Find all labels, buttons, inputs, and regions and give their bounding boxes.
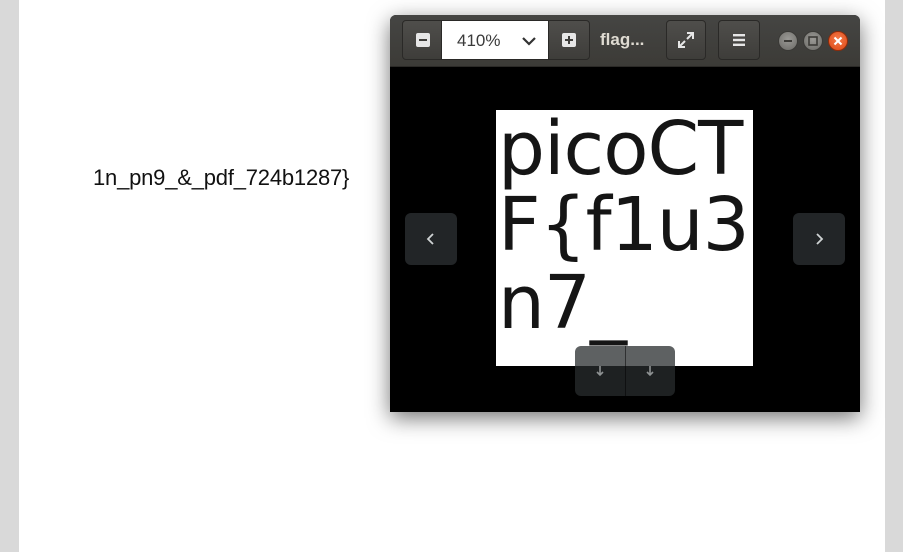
fullscreen-icon: [678, 32, 694, 48]
rotate-right-button[interactable]: [626, 346, 676, 396]
image-canvas[interactable]: picoCT F{f1u3 n7_: [390, 67, 860, 412]
rotate-right-icon: [646, 366, 654, 377]
image-text-line: picoCT: [498, 110, 743, 192]
fullscreen-button[interactable]: [666, 20, 706, 60]
chevron-left-icon: [426, 233, 434, 245]
chevron-right-icon: [816, 233, 824, 245]
close-button[interactable]: [828, 31, 848, 51]
page-text: 1n_pn9_&_pdf_724b1287}: [93, 165, 350, 190]
zoom-level-combo[interactable]: 410%: [441, 20, 549, 60]
image-text-line: n7_: [498, 260, 627, 346]
image-viewer-window: 410% flag... picoCT F{f1u3 n7_: [390, 15, 860, 412]
window-title: flag...: [600, 30, 645, 49]
minus-icon: [416, 33, 430, 47]
image-text-line: F{f1u3: [498, 182, 750, 268]
next-image-button[interactable]: [793, 213, 845, 265]
minimize-button[interactable]: [778, 31, 798, 51]
close-icon: [833, 36, 843, 46]
rotate-left-icon: [596, 366, 604, 377]
header-bar: 410% flag...: [390, 15, 860, 67]
plus-icon: [562, 33, 576, 47]
hamburger-menu-icon: [733, 34, 745, 46]
maximize-icon: [808, 36, 818, 46]
rotate-controls: [575, 346, 675, 396]
maximize-button[interactable]: [803, 31, 823, 51]
chevron-down-icon[interactable]: [520, 32, 538, 50]
zoom-level-value: 410%: [457, 31, 501, 50]
zoom-out-button[interactable]: [402, 20, 444, 60]
menu-button[interactable]: [718, 20, 760, 60]
previous-image-button[interactable]: [405, 213, 457, 265]
rotate-left-button[interactable]: [575, 346, 625, 396]
zoom-in-button[interactable]: [548, 20, 590, 60]
displayed-image: picoCT F{f1u3 n7_: [496, 110, 753, 366]
minimize-icon: [784, 40, 792, 42]
